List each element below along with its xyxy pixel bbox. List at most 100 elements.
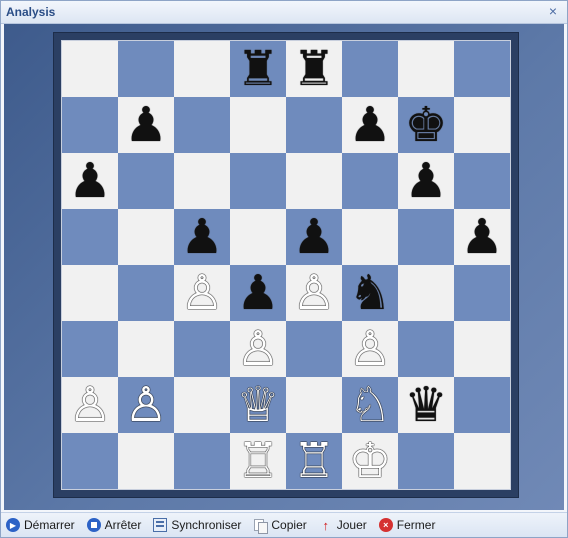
chess-piece-g2[interactable]: ♛ [404, 377, 447, 433]
square-c8[interactable] [174, 41, 230, 97]
square-c5[interactable]: ♟ [174, 209, 230, 265]
chess-piece-e8[interactable]: ♜ [292, 41, 335, 97]
square-h2[interactable] [454, 377, 510, 433]
chess-piece-b2[interactable]: ♙ [124, 377, 167, 433]
square-a6[interactable]: ♟ [62, 153, 118, 209]
square-f7[interactable]: ♟ [342, 97, 398, 153]
square-e6[interactable] [286, 153, 342, 209]
stop-button[interactable]: Arrêter [86, 518, 141, 532]
close-label: Fermer [396, 518, 436, 532]
square-e7[interactable] [286, 97, 342, 153]
red-arrow-up-icon: ↑ [322, 517, 330, 533]
square-g4[interactable] [398, 265, 454, 321]
square-g7[interactable]: ♚ [398, 97, 454, 153]
square-g8[interactable] [398, 41, 454, 97]
square-e4[interactable]: ♙ [286, 265, 342, 321]
chess-piece-d4[interactable]: ♟ [236, 265, 279, 321]
square-f3[interactable]: ♙ [342, 321, 398, 377]
square-a5[interactable] [62, 209, 118, 265]
square-g3[interactable] [398, 321, 454, 377]
square-c3[interactable] [174, 321, 230, 377]
square-c2[interactable] [174, 377, 230, 433]
square-d4[interactable]: ♟ [230, 265, 286, 321]
square-a7[interactable] [62, 97, 118, 153]
square-d2[interactable]: ♕ [230, 377, 286, 433]
square-b5[interactable] [118, 209, 174, 265]
square-b1[interactable] [118, 433, 174, 489]
square-f5[interactable] [342, 209, 398, 265]
chess-piece-f3[interactable]: ♙ [348, 321, 391, 377]
square-d5[interactable] [230, 209, 286, 265]
chess-piece-b7[interactable]: ♟ [124, 97, 167, 153]
chess-piece-f2[interactable]: ♘ [348, 377, 391, 433]
square-e1[interactable]: ♖ [286, 433, 342, 489]
chess-piece-g7[interactable]: ♚ [404, 97, 447, 153]
square-f8[interactable] [342, 41, 398, 97]
square-c1[interactable] [174, 433, 230, 489]
square-e2[interactable] [286, 377, 342, 433]
square-a3[interactable] [62, 321, 118, 377]
square-b6[interactable] [118, 153, 174, 209]
start-button[interactable]: ▶ Démarrer [6, 518, 75, 532]
square-c7[interactable] [174, 97, 230, 153]
chess-piece-c5[interactable]: ♟ [180, 209, 223, 265]
chessboard-frame: ♜ ♜ ♟ ♟ ♚ ♟ ♟ ♟ ♟ ♟ ♙ ♟ ♙ ♞ ♙ ♙ ♙ ♙ ♕ ♘ ♛ ♖ ♖ ♔ [53, 32, 519, 498]
square-h1[interactable] [454, 433, 510, 489]
square-a2[interactable]: ♙ [62, 377, 118, 433]
square-c4[interactable]: ♙ [174, 265, 230, 321]
square-e3[interactable] [286, 321, 342, 377]
square-h6[interactable] [454, 153, 510, 209]
play-button[interactable]: ↑ Jouer [319, 517, 367, 533]
square-a1[interactable] [62, 433, 118, 489]
chess-piece-d2[interactable]: ♕ [236, 377, 279, 433]
square-d7[interactable] [230, 97, 286, 153]
chess-piece-e5[interactable]: ♟ [292, 209, 335, 265]
close-button[interactable]: × Fermer [378, 518, 436, 532]
square-h5[interactable]: ♟ [454, 209, 510, 265]
chess-piece-f4[interactable]: ♞ [348, 265, 391, 321]
square-e5[interactable]: ♟ [286, 209, 342, 265]
square-b2[interactable]: ♙ [118, 377, 174, 433]
square-g6[interactable]: ♟ [398, 153, 454, 209]
square-d8[interactable]: ♜ [230, 41, 286, 97]
square-h3[interactable] [454, 321, 510, 377]
synchronize-button[interactable]: Synchroniser [153, 518, 241, 532]
close-icon[interactable]: × [545, 3, 561, 19]
chess-piece-g6[interactable]: ♟ [404, 153, 447, 209]
chess-piece-d1[interactable]: ♖ [236, 433, 279, 489]
chess-piece-h5[interactable]: ♟ [460, 209, 503, 265]
square-c6[interactable] [174, 153, 230, 209]
square-g1[interactable] [398, 433, 454, 489]
square-f2[interactable]: ♘ [342, 377, 398, 433]
square-h7[interactable] [454, 97, 510, 153]
chess-piece-f7[interactable]: ♟ [348, 97, 391, 153]
copy-button[interactable]: Copier [253, 518, 307, 534]
square-h8[interactable] [454, 41, 510, 97]
square-b7[interactable]: ♟ [118, 97, 174, 153]
chess-piece-e1[interactable]: ♖ [292, 433, 335, 489]
copy-label: Copier [271, 518, 307, 532]
square-b8[interactable] [118, 41, 174, 97]
square-e8[interactable]: ♜ [286, 41, 342, 97]
square-g2[interactable]: ♛ [398, 377, 454, 433]
chess-piece-e4[interactable]: ♙ [292, 265, 335, 321]
square-a4[interactable] [62, 265, 118, 321]
chess-piece-a2[interactable]: ♙ [68, 377, 111, 433]
chess-piece-f1[interactable]: ♔ [348, 433, 391, 489]
square-b3[interactable] [118, 321, 174, 377]
square-d1[interactable]: ♖ [230, 433, 286, 489]
chess-piece-d8[interactable]: ♜ [236, 41, 279, 97]
chessboard[interactable]: ♜ ♜ ♟ ♟ ♚ ♟ ♟ ♟ ♟ ♟ ♙ ♟ ♙ ♞ ♙ ♙ ♙ ♙ ♕ ♘ ♛ ♖ ♖ ♔ [61, 40, 511, 490]
square-g5[interactable] [398, 209, 454, 265]
square-f1[interactable]: ♔ [342, 433, 398, 489]
square-f6[interactable] [342, 153, 398, 209]
chess-piece-d3[interactable]: ♙ [236, 321, 279, 377]
chess-piece-a6[interactable]: ♟ [68, 153, 111, 209]
square-h4[interactable] [454, 265, 510, 321]
square-d6[interactable] [230, 153, 286, 209]
square-a8[interactable] [62, 41, 118, 97]
square-b4[interactable] [118, 265, 174, 321]
square-f4[interactable]: ♞ [342, 265, 398, 321]
square-d3[interactable]: ♙ [230, 321, 286, 377]
chess-piece-c4[interactable]: ♙ [180, 265, 223, 321]
